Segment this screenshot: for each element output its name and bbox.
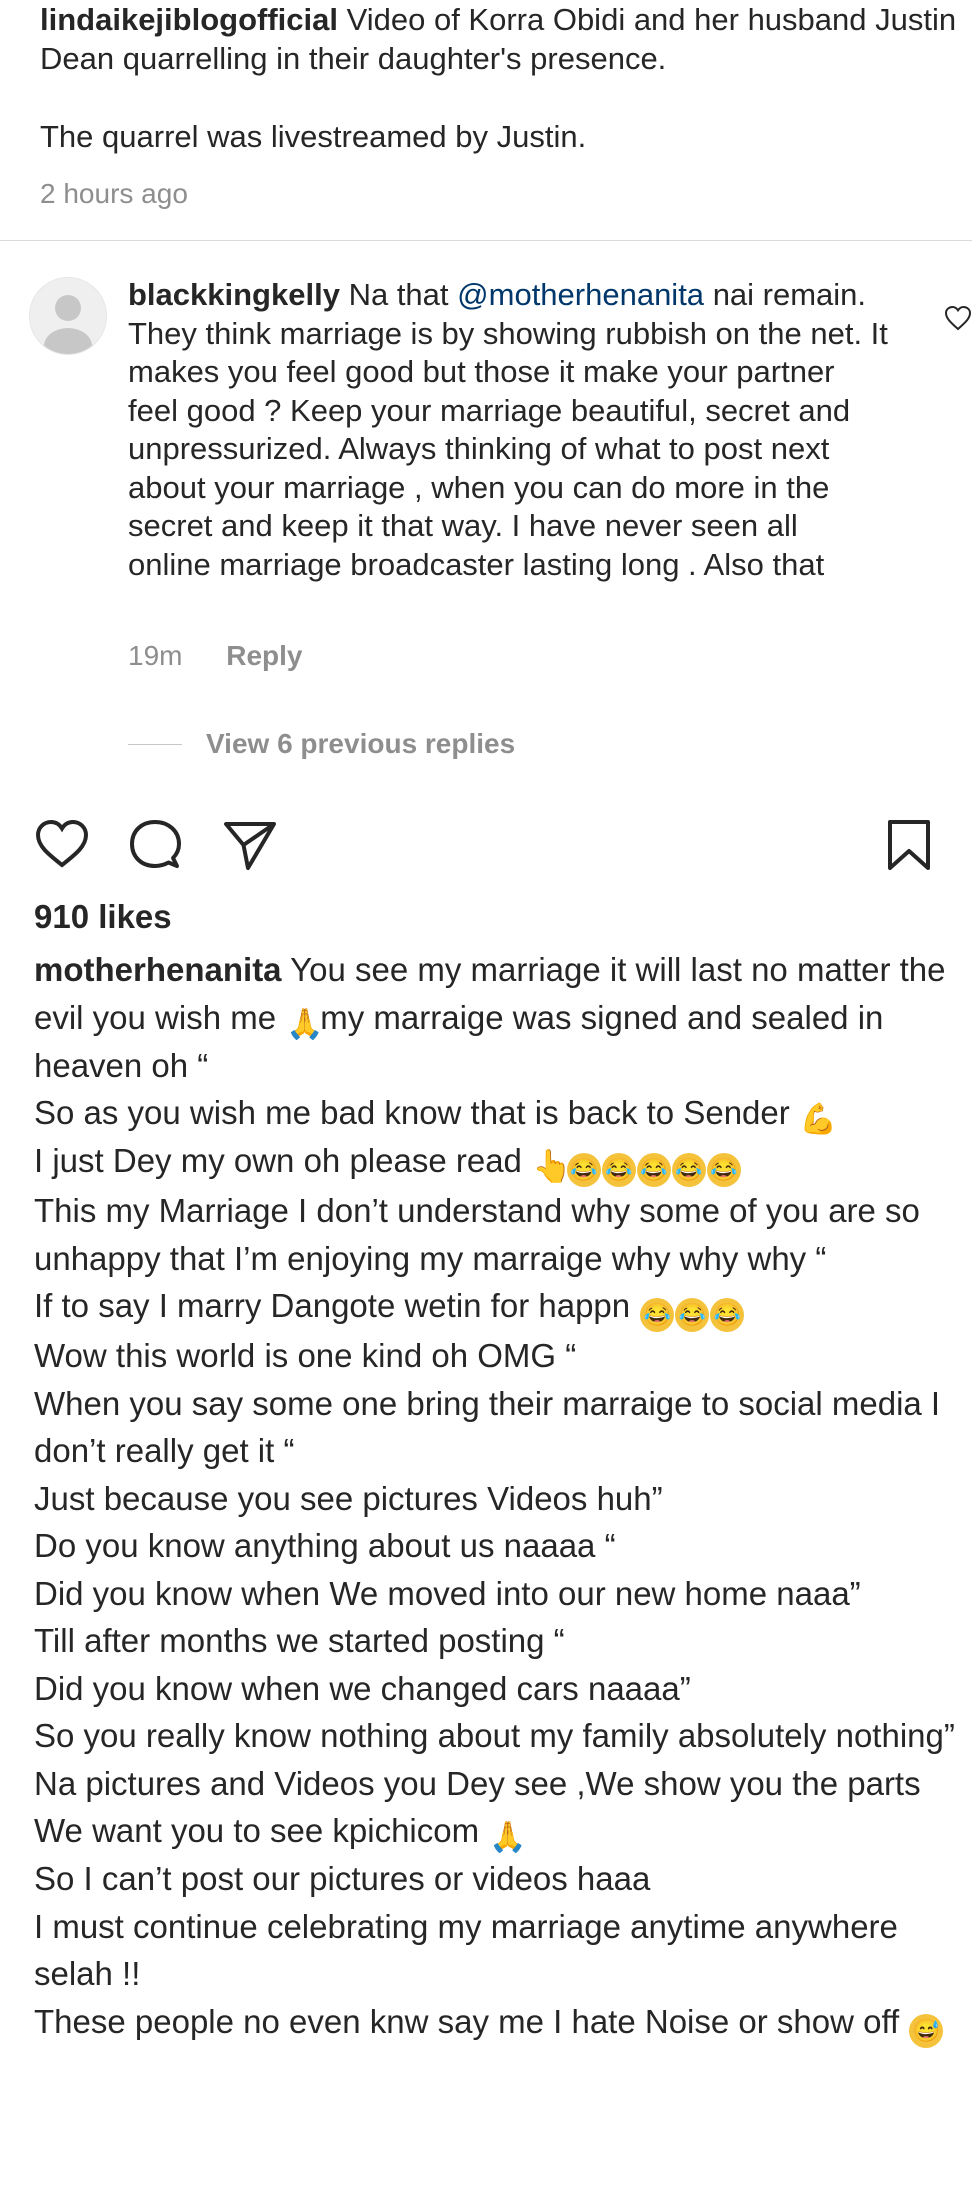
post-timestamp: 2 hours ago (40, 178, 188, 209)
comment-meta: 19m Reply (128, 640, 303, 672)
send-icon[interactable] (222, 818, 278, 872)
laughing-emoji-icon: 😂 (640, 1298, 675, 1332)
laughing-emoji-icon: 😂 (602, 1153, 637, 1187)
comment-like-heart-icon[interactable] (944, 305, 972, 331)
post-caption: motherhenanita You see my marriage it wi… (34, 946, 964, 2048)
likes-count[interactable]: 910 likes (34, 898, 172, 936)
pointing-down-emoji-icon: 👆 (532, 1148, 572, 1184)
laughing-emoji-icon: 😂 (707, 1153, 742, 1187)
grinning-sweat-emoji-icon: 😅 (909, 2013, 944, 2048)
comment-icon[interactable] (128, 818, 182, 872)
laughing-emoji-icon: 😂 (710, 1298, 745, 1332)
caption-top-text: lindaikejiblogofficial Video of Korra Ob… (40, 2, 957, 76)
caption-top-text-2: The quarrel was livestreamed by Justin. (40, 119, 587, 154)
laughing-emoji-icon: 😂 (672, 1153, 707, 1187)
heart-icon[interactable] (34, 818, 90, 870)
caption-username[interactable]: motherhenanita (34, 951, 282, 988)
laughing-emoji-icon: 😂 (567, 1153, 602, 1187)
bookmark-icon[interactable] (886, 818, 932, 872)
laughing-emoji-icon: 😂 (637, 1153, 672, 1187)
reply-button[interactable]: Reply (226, 640, 302, 671)
comment-text: blackkingkelly Na that @motherhenanita n… (128, 277, 888, 582)
replies-line (128, 743, 182, 745)
laughing-emoji-icon: 😂 (675, 1298, 710, 1332)
avatar[interactable] (29, 277, 107, 355)
author-username[interactable]: lindaikejiblogofficial (40, 2, 338, 37)
view-replies-button[interactable]: View 6 previous replies (128, 728, 515, 760)
flexed-biceps-emoji-icon: 💪 (799, 1103, 838, 1136)
post-caption-top: lindaikejiblogofficial Video of Korra Ob… (40, 0, 970, 156)
divider (0, 240, 972, 241)
pray-emoji-icon: 🙏 (286, 1007, 324, 1041)
default-avatar-icon (44, 295, 92, 354)
post-actions (34, 818, 934, 874)
pray-emoji-icon: 🙏 (489, 1821, 527, 1854)
mention-link[interactable]: @motherhenanita (457, 277, 704, 312)
comment-time: 19m (128, 640, 183, 671)
comment-username[interactable]: blackkingkelly (128, 277, 340, 312)
